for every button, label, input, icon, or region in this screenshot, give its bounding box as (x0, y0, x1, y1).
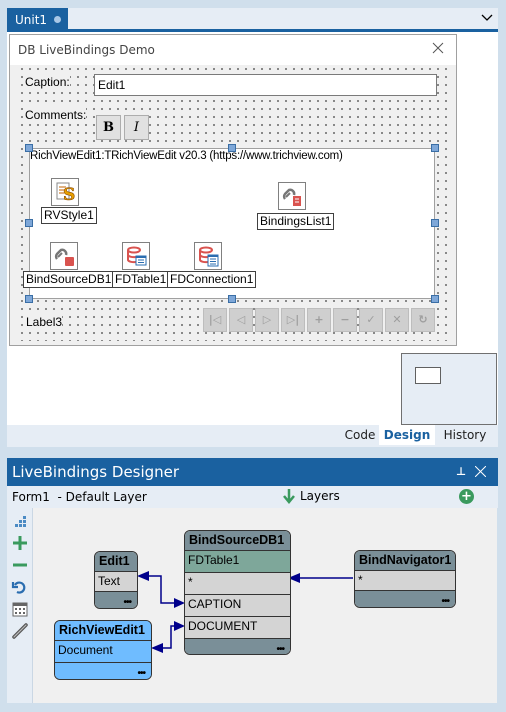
form-title: DB LiveBindings Demo (18, 43, 155, 57)
arrow-down-icon (283, 489, 295, 504)
resize-handle[interactable] (431, 219, 439, 227)
close-icon[interactable] (475, 466, 486, 477)
node-edit1[interactable]: Edit1 Text ••• (94, 551, 138, 609)
component-label-rvstyle[interactable]: RVStyle1 (41, 207, 97, 224)
node-footer: ••• (95, 592, 137, 608)
view-tabs: Code Design History (7, 425, 498, 447)
node-footer: ••• (185, 639, 290, 654)
more-icon[interactable]: ••• (137, 668, 145, 679)
resize-handle[interactable] (431, 144, 439, 152)
node-field-text[interactable]: Text (95, 572, 137, 592)
more-icon[interactable]: ••• (276, 644, 284, 654)
link-edit1-caption (146, 575, 183, 604)
grid-icon[interactable] (11, 600, 29, 618)
form-thumbnail[interactable] (401, 353, 497, 425)
nav-post-button[interactable]: ✓ (359, 308, 383, 332)
bind-source-icon[interactable] (50, 242, 78, 270)
bindings-list-icon[interactable] (278, 182, 306, 210)
zoom-in-icon[interactable] (11, 534, 29, 552)
component-label-bindingslist[interactable]: BindingsList1 (257, 213, 335, 230)
tab-history[interactable]: History (439, 425, 491, 445)
nav-insert-button[interactable]: + (307, 308, 331, 332)
node-title: Edit1 (95, 552, 137, 572)
nav-first-button[interactable]: |◁ (203, 308, 227, 332)
node-title: BindSourceDB1 (185, 531, 290, 551)
nav-prior-button[interactable]: ◁ (229, 308, 253, 332)
resize-handle[interactable] (25, 144, 33, 152)
pin-icon[interactable]: ⊥ (456, 465, 466, 478)
form-titlebar: DB LiveBindings Demo (10, 35, 456, 65)
comments-label: Comments: (25, 108, 87, 122)
node-richviewedit1[interactable]: RichViewEdit1 Document ••• (54, 620, 152, 680)
link-icon[interactable] (11, 622, 29, 640)
resize-handle[interactable] (25, 219, 33, 227)
richviewedit-text: RichViewEdit1:TRichViewEdit v20.3 (https… (30, 150, 343, 162)
node-field-caption[interactable]: CAPTION (185, 595, 290, 617)
layers-label: Layers (300, 489, 340, 503)
livebindings-title: LiveBindings Designer (12, 463, 180, 481)
livebindings-side-toolbar (7, 508, 32, 703)
nav-last-button[interactable]: ▷| (281, 308, 305, 332)
italic-button[interactable]: I (124, 115, 149, 140)
component-label-bindsource[interactable]: BindSourceDB1 (23, 271, 115, 288)
label3: Label3 (26, 315, 63, 329)
svg-text:S: S (63, 185, 75, 203)
tab-unit1[interactable]: Unit1 (7, 8, 68, 32)
resize-handle[interactable] (25, 295, 33, 303)
link-richview-document (154, 625, 183, 649)
node-field-document[interactable]: DOCUMENT (185, 617, 290, 639)
caption-label: Caption: (25, 75, 70, 89)
livebindings-header: LiveBindings Designer ⊥ (7, 458, 498, 486)
rvstyle-icon[interactable]: S (51, 178, 79, 206)
node-footer: ••• (355, 591, 455, 607)
bold-button[interactable]: B (96, 115, 121, 140)
livebindings-canvas[interactable]: Edit1 Text ••• BindSourceDB1 FDTable1 * … (32, 508, 497, 703)
nav-cancel-button[interactable]: ✕ (385, 308, 409, 332)
fdconnection-icon[interactable] (194, 242, 222, 270)
undo-icon[interactable] (11, 578, 29, 596)
db-navigator: |◁ ◁ ▷ ▷| + − ✓ ✕ ↻ (203, 308, 435, 332)
tab-design[interactable]: Design (379, 425, 435, 445)
tab-code[interactable]: Code (337, 425, 383, 445)
fdtable-icon[interactable] (122, 242, 150, 270)
modified-dot-icon (54, 16, 62, 23)
node-bindnavigator1[interactable]: BindNavigator1 * ••• (354, 550, 456, 608)
resize-handle[interactable] (431, 295, 439, 303)
more-icon[interactable]: ••• (441, 596, 449, 607)
close-icon[interactable] (432, 42, 444, 54)
arrange-icon[interactable] (11, 514, 29, 532)
nav-refresh-button[interactable]: ↻ (411, 308, 435, 332)
node-bindsourcedb1[interactable]: BindSourceDB1 FDTable1 * CAPTION DOCUMEN… (184, 530, 291, 655)
node-field-document[interactable]: Document (55, 641, 151, 663)
more-icon[interactable]: ••• (123, 597, 131, 608)
arrow-head (151, 643, 163, 653)
tab-label: Unit1 (15, 13, 48, 27)
node-title: BindNavigator1 (355, 551, 455, 571)
designed-form[interactable]: DB LiveBindings Demo Caption: Edit1 Comm… (9, 34, 457, 346)
nav-delete-button[interactable]: − (333, 308, 357, 332)
resize-handle[interactable] (228, 144, 236, 152)
node-field-star[interactable]: * (355, 571, 455, 591)
nav-next-button[interactable]: ▷ (255, 308, 279, 332)
thumbnail-viewport[interactable] (415, 367, 441, 384)
node-footer: ••• (55, 663, 151, 679)
resize-handle[interactable] (228, 295, 236, 303)
livebindings-toolbar: Form1 - Default Layer Layers + (7, 486, 498, 508)
node-field-star[interactable]: * (185, 573, 290, 595)
caption-input[interactable]: Edit1 (94, 74, 437, 96)
arrow-head (137, 571, 149, 581)
chevron-down-icon[interactable] (481, 12, 493, 24)
editor-tab-bar: Unit1 (7, 8, 498, 32)
component-label-fdtable[interactable]: FDTable1 (112, 271, 170, 288)
node-dataset: FDTable1 (185, 551, 290, 573)
zoom-out-icon[interactable] (11, 556, 29, 574)
add-layer-icon[interactable]: + (459, 489, 474, 504)
node-title: RichViewEdit1 (55, 621, 151, 641)
component-label-fdconnection[interactable]: FDConnection1 (167, 271, 257, 288)
layer-label: Form1 - Default Layer (12, 490, 147, 504)
layers-button[interactable]: Layers (282, 488, 340, 504)
